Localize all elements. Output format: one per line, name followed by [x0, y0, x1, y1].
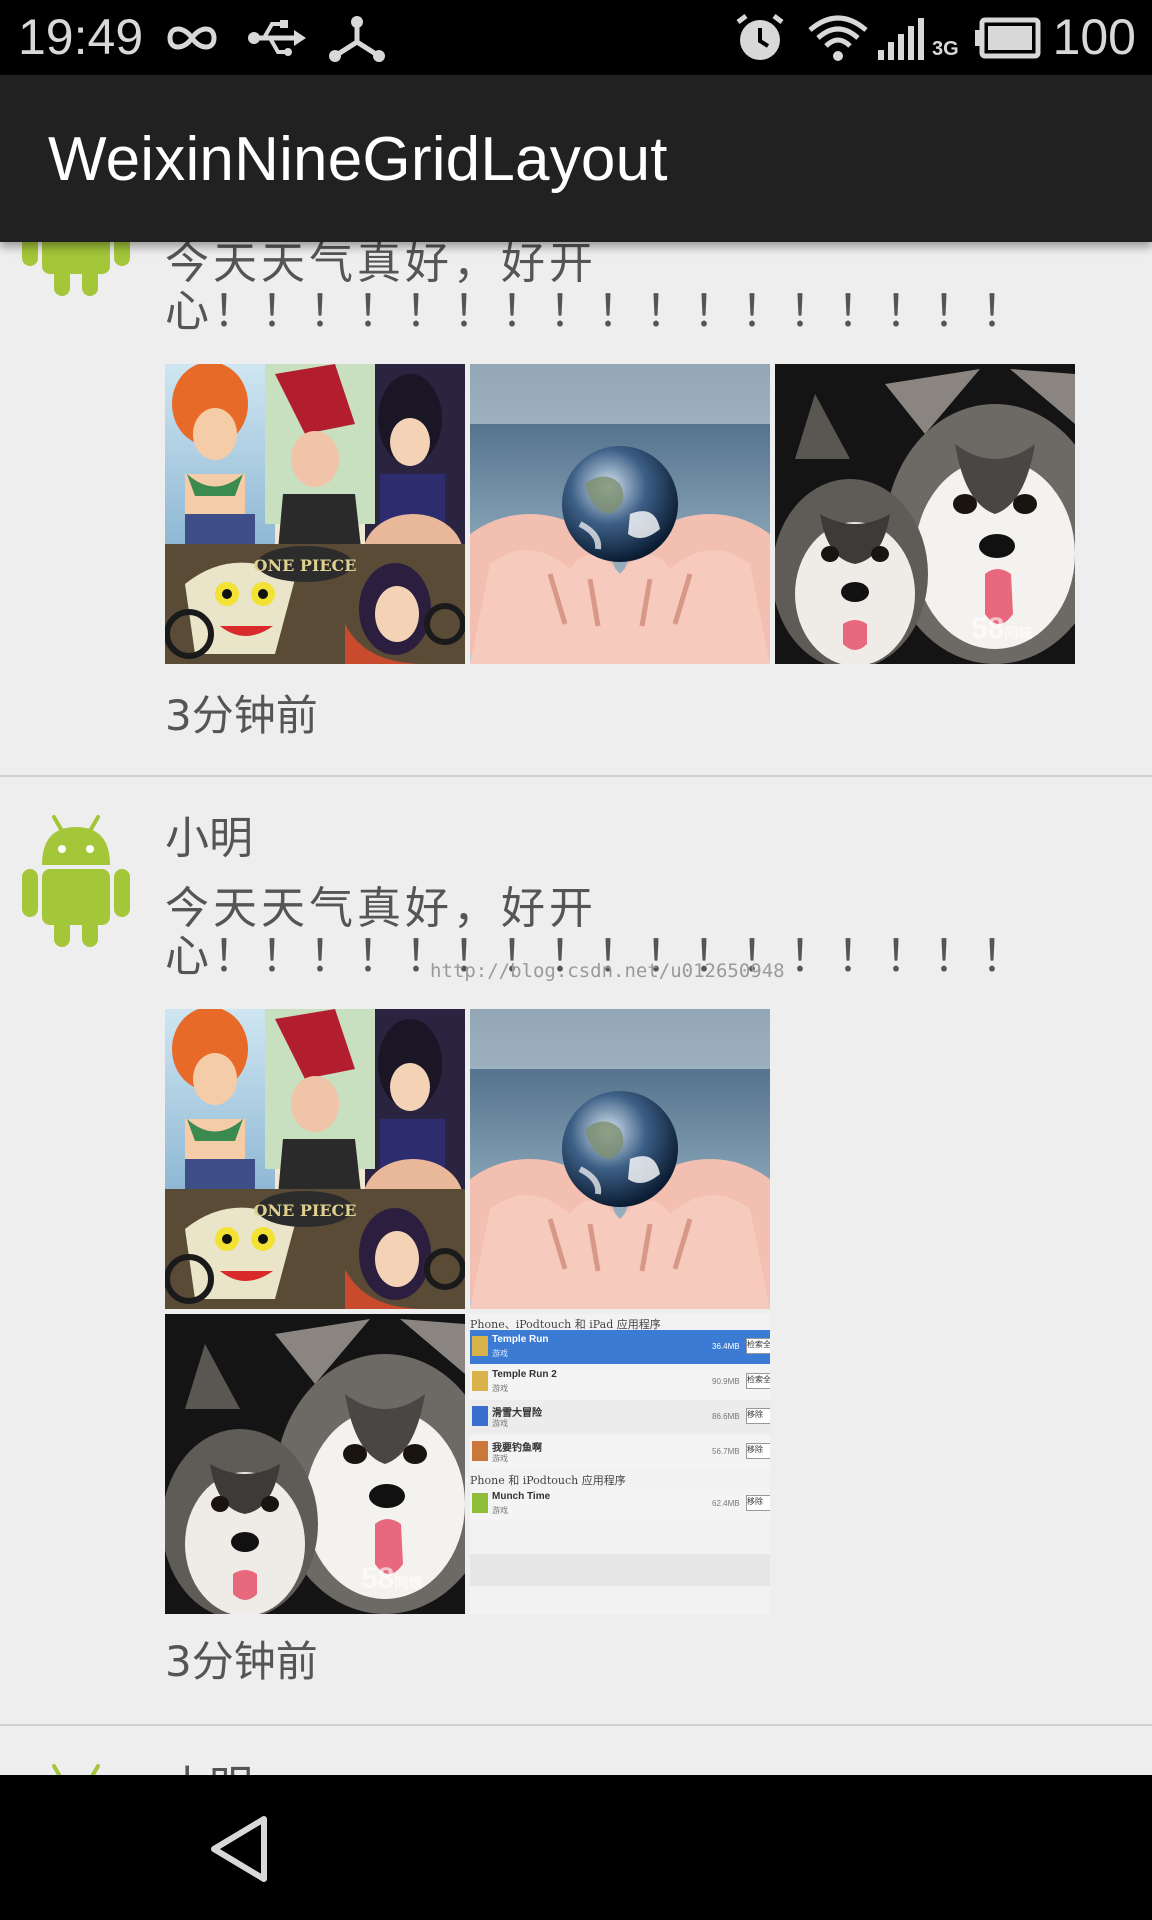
app-store-list-image[interactable]: Phone、iPodtouch 和 iPad 应用程序 Temple Run 游… — [470, 1314, 770, 1614]
avatar[interactable] — [14, 1756, 138, 1775]
post-time: 3分钟前 — [165, 1637, 318, 1686]
wifi-icon — [808, 15, 868, 61]
photo-watermark: 58同城 — [361, 1562, 423, 1595]
app-list-row: Temple Run 2 游戏 90.9MB 检索全部 — [470, 1365, 770, 1399]
app-size: 56.7MB — [712, 1447, 740, 1456]
app-bar: WeixinNineGridLayout — [0, 75, 1152, 242]
husky-puppies-image[interactable]: 58同城 — [165, 1314, 465, 1614]
anime-collage-image[interactable] — [165, 364, 465, 664]
post-username[interactable]: 小明 — [165, 1762, 253, 1775]
app-action-button: 检索全部 — [746, 1373, 770, 1389]
app-category: 游戏 — [492, 1454, 508, 1463]
app-name: Temple Run 2 — [492, 1369, 557, 1380]
back-icon[interactable] — [208, 1813, 272, 1885]
anime-collage-image[interactable] — [165, 1009, 465, 1309]
avatar[interactable] — [14, 807, 138, 951]
app-icon — [472, 1493, 488, 1513]
battery-percentage: 100 — [1052, 9, 1136, 65]
status-time: 19:49 — [18, 9, 144, 65]
app-list-row: 我要钓鱼啊 游戏 56.7MB 移除 — [470, 1435, 770, 1469]
app-action-button: 移除 — [746, 1495, 770, 1511]
app-list-row: Munch Time 游戏 62.4MB 移除 — [470, 1487, 770, 1521]
app-size: 86.6MB — [712, 1412, 740, 1421]
app-name: 我要钓鱼啊 — [492, 1443, 542, 1454]
post-username[interactable]: 小明 — [165, 813, 253, 865]
app-icon — [472, 1371, 488, 1391]
app-action-button: 移除 — [746, 1443, 770, 1459]
post-time: 3分钟前 — [165, 691, 318, 740]
signal-icon — [878, 18, 924, 60]
app-size: 36.4MB — [712, 1342, 740, 1351]
photo-watermark: 58同城 — [971, 612, 1033, 645]
app-category: 游戏 — [492, 1349, 508, 1358]
blog-watermark: http://blog.csdn.net/u012650948 — [430, 960, 785, 982]
status-bar: 19:49 3G 100 — [0, 0, 1152, 75]
avatar[interactable] — [14, 242, 138, 300]
app-name: 滑雪大冒险 — [492, 1408, 542, 1419]
app-title: WeixinNineGridLayout — [48, 125, 668, 194]
app-name: Temple Run — [492, 1334, 549, 1345]
app-category: 游戏 — [492, 1419, 508, 1428]
app-list-row: Temple Run 游戏 36.4MB 检索全部 — [470, 1330, 770, 1364]
app-name: Munch Time — [492, 1491, 551, 1502]
app-category: 游戏 — [492, 1506, 508, 1515]
app-icon — [472, 1441, 488, 1461]
battery-icon — [975, 17, 1041, 59]
post-content: 今天天气真好，好开心！！！！！！！！！！！！！！！！！ — [165, 242, 1029, 337]
earth-in-hands-image[interactable] — [470, 1009, 770, 1309]
husky-puppies-image[interactable]: 58同城 — [775, 364, 1075, 664]
app-icon — [472, 1406, 488, 1426]
app-list-row: 滑雪大冒险 游戏 86.6MB 移除 — [470, 1400, 770, 1434]
usb-icon — [248, 20, 306, 56]
app-icon — [472, 1336, 488, 1356]
app-list-footer — [470, 1554, 770, 1586]
alarm-icon — [736, 14, 784, 60]
app-size: 62.4MB — [712, 1499, 740, 1508]
app-list-header: Phone 和 iPodtouch 应用程序 — [470, 1474, 626, 1487]
app-category: 游戏 — [492, 1384, 508, 1393]
network-type: 3G — [932, 38, 959, 60]
app-action-button: 检索全部 — [746, 1338, 770, 1354]
share-icon — [329, 16, 385, 62]
navigation-bar — [0, 1775, 1152, 1920]
app-list-screenshot: Phone、iPodtouch 和 iPad 应用程序 Temple Run 游… — [470, 1314, 770, 1614]
divider — [0, 1724, 1152, 1726]
divider — [0, 775, 1152, 777]
feed-list[interactable]: 今天天气真好，好开心！！！！！！！！！！！！！！！！！ 58同城 3分钟前 小明… — [0, 242, 1152, 1775]
app-size: 90.9MB — [712, 1377, 740, 1386]
infinity-icon — [167, 26, 217, 50]
app-action-button: 移除 — [746, 1408, 770, 1424]
earth-in-hands-image[interactable] — [470, 364, 770, 664]
